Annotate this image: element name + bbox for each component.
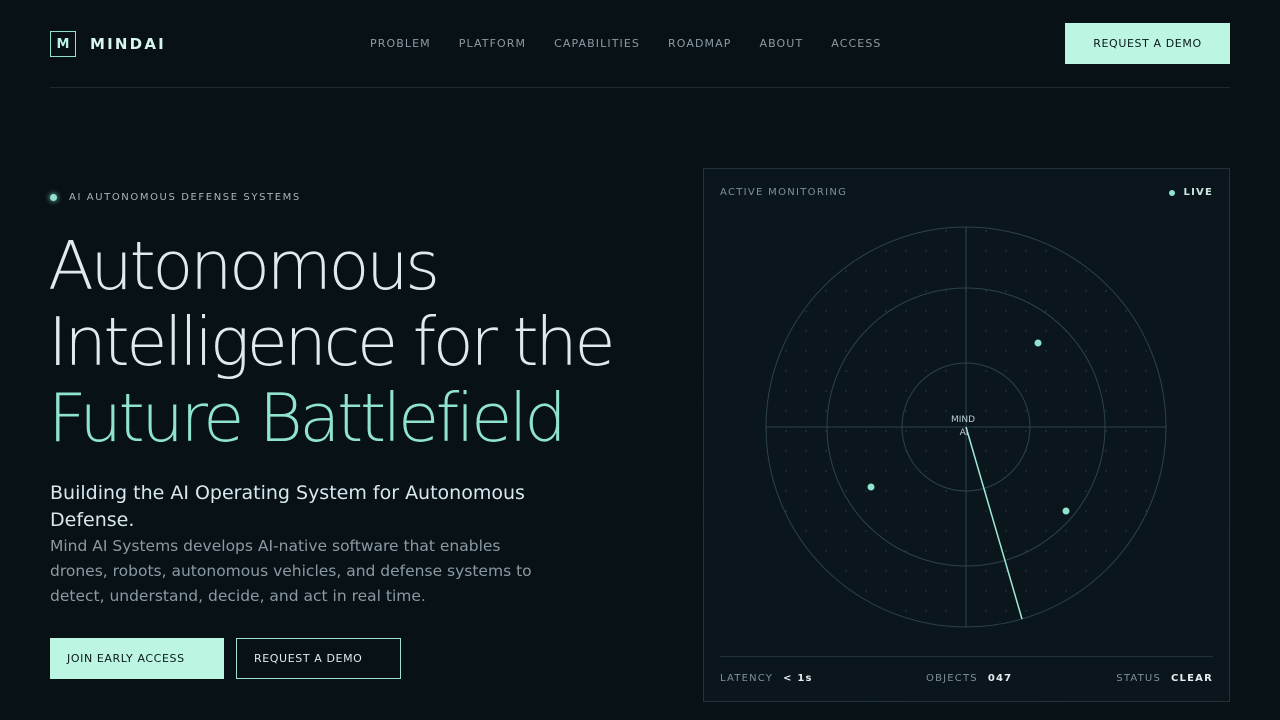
nav-request-demo-button[interactable]: REQUEST A DEMO xyxy=(1065,23,1230,64)
radar-blip[interactable] xyxy=(867,483,875,491)
stat-objects-value: 047 xyxy=(987,673,1013,684)
brand-mark: M xyxy=(50,31,76,57)
hero-request-demo-button[interactable]: REQUEST A DEMO xyxy=(236,638,401,679)
nav-link-problem[interactable]: PROBLEM xyxy=(370,37,431,50)
hero-eyebrow: AI AUTONOMOUS DEFENSE SYSTEMS xyxy=(50,192,301,203)
nav-link-capabilities[interactable]: CAPABILITIES xyxy=(554,37,640,50)
status-dot-icon xyxy=(50,194,57,201)
join-early-access-button[interactable]: JOIN EARLY ACCESS xyxy=(50,638,224,679)
radar-center-label-1: MIND xyxy=(951,415,975,425)
eyebrow-text: AI AUTONOMOUS DEFENSE SYSTEMS xyxy=(69,192,301,203)
radar-display: MIND AI xyxy=(765,226,1167,628)
stat-latency-value: < 1s xyxy=(783,673,813,684)
hero-description: Mind AI Systems develops AI-native softw… xyxy=(50,537,532,605)
stat-objects: OBJECTS 047 xyxy=(926,673,1012,684)
nav-link-roadmap[interactable]: ROADMAP xyxy=(668,37,731,50)
panel-divider xyxy=(720,656,1213,657)
radar-center-label-2: AI xyxy=(960,428,969,438)
radar-blip[interactable] xyxy=(1062,507,1070,515)
monitoring-panel: ACTIVE MONITORING LIVE MIND AI LATENCY <… xyxy=(703,168,1230,702)
stat-status-label: STATUS xyxy=(1116,673,1162,684)
nav-link-access[interactable]: ACCESS xyxy=(831,37,881,50)
top-nav: M MINDAI PROBLEM PLATFORM CAPABILITIES R… xyxy=(50,0,1230,88)
hero-headline: Autonomous Intelligence for the Future B… xyxy=(48,227,616,457)
stat-status: STATUS CLEAR xyxy=(1116,673,1213,684)
headline-line-1: Autonomous xyxy=(48,227,440,305)
brand-name: MINDAI xyxy=(90,35,166,53)
landing-page: M MINDAI PROBLEM PLATFORM CAPABILITIES R… xyxy=(0,0,1280,720)
stat-status-value: CLEAR xyxy=(1171,673,1213,684)
stat-objects-label: OBJECTS xyxy=(926,673,978,684)
brand-logo[interactable]: M MINDAI xyxy=(50,31,166,57)
radar-blip[interactable] xyxy=(1034,339,1042,347)
stat-latency-label: LATENCY xyxy=(720,673,774,684)
nav-link-platform[interactable]: PLATFORM xyxy=(459,37,526,50)
nav-link-about[interactable]: ABOUT xyxy=(759,37,803,50)
headline-line-3: Future Battlefield xyxy=(48,379,567,457)
hero-subheadline: Building the AI Operating System for Aut… xyxy=(50,482,525,531)
headline-line-2: Intelligence for the xyxy=(48,303,616,381)
nav-links: PROBLEM PLATFORM CAPABILITIES ROADMAP AB… xyxy=(370,37,910,50)
stat-latency: LATENCY < 1s xyxy=(720,673,813,684)
